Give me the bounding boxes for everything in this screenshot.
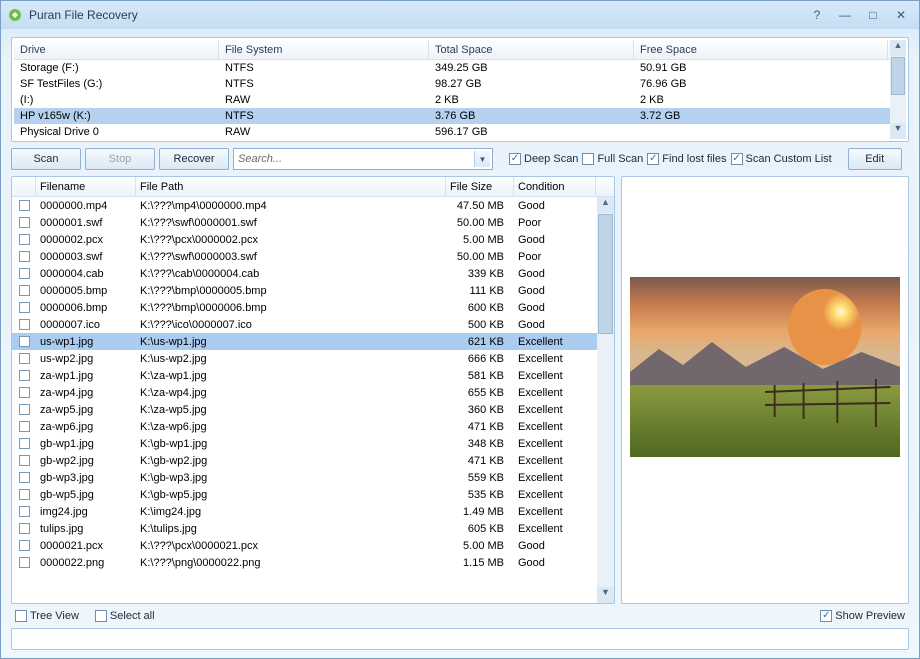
file-checkbox[interactable] <box>19 489 30 500</box>
file-row[interactable]: 0000005.bmpK:\???\bmp\0000005.bmp111 KBG… <box>12 282 614 299</box>
file-row[interactable]: gb-wp2.jpgK:\gb-wp2.jpg471 KBExcellent <box>12 452 614 469</box>
deep-scan-checkbox[interactable]: ✓Deep Scan <box>509 153 578 165</box>
file-row[interactable]: 0000007.icoK:\???\ico\0000007.ico500 KBG… <box>12 316 614 333</box>
file-row[interactable]: img24.jpgK:\img24.jpg1.49 MBExcellent <box>12 503 614 520</box>
file-row[interactable]: gb-wp1.jpgK:\gb-wp1.jpg348 KBExcellent <box>12 435 614 452</box>
file-list-panel: Filename File Path File Size Condition 0… <box>11 176 615 604</box>
scan-button[interactable]: Scan <box>11 148 81 170</box>
scroll-down-icon[interactable]: ▼ <box>597 587 614 603</box>
show-preview-checkbox[interactable]: ✓Show Preview <box>820 610 905 622</box>
drive-row[interactable]: HP v165w (K:)NTFS3.76 GB3.72 GB <box>14 108 906 124</box>
bottom-options-bar: Tree View Select all ✓Show Preview <box>11 608 909 624</box>
search-input[interactable]: Search... ▼ <box>233 148 493 170</box>
toolbar: Scan Stop Recover Search... ▼ ✓Deep Scan… <box>11 146 909 172</box>
find-lost-files-checkbox[interactable]: ✓Find lost files <box>647 153 726 165</box>
col-filepath[interactable]: File Path <box>136 177 446 196</box>
file-checkbox[interactable] <box>19 421 30 432</box>
file-row[interactable]: 0000021.pcxK:\???\pcx\0000021.pcx5.00 MB… <box>12 537 614 554</box>
file-row[interactable]: 0000001.swfK:\???\swf\0000001.swf50.00 M… <box>12 214 614 231</box>
col-condition[interactable]: Condition <box>514 177 596 196</box>
col-drive[interactable]: Drive <box>14 40 219 59</box>
titlebar: Puran File Recovery ? — □ ✕ <box>1 1 919 29</box>
drive-list-panel: Drive File System Total Space Free Space… <box>11 37 909 142</box>
file-row[interactable]: gb-wp5.jpgK:\gb-wp5.jpg535 KBExcellent <box>12 486 614 503</box>
preview-panel <box>621 176 909 604</box>
minimize-button[interactable]: — <box>833 7 857 23</box>
drive-row[interactable]: Storage (F:)NTFS349.25 GB50.91 GB <box>14 60 906 76</box>
file-checkbox[interactable] <box>19 472 30 483</box>
edit-button[interactable]: Edit <box>848 148 902 170</box>
drive-scrollbar[interactable]: ▲ ▼ <box>890 40 906 139</box>
dropdown-icon[interactable]: ▼ <box>474 151 490 167</box>
file-checkbox[interactable] <box>19 302 30 313</box>
file-checkbox[interactable] <box>19 353 30 364</box>
help-button[interactable]: ? <box>805 7 829 23</box>
drive-row[interactable]: (I:)RAW2 KB2 KB <box>14 92 906 108</box>
window-title: Puran File Recovery <box>29 8 805 22</box>
drive-row[interactable]: SF TestFiles (G:)NTFS98.27 GB76.96 GB <box>14 76 906 92</box>
col-filesize[interactable]: File Size <box>446 177 514 196</box>
recover-button[interactable]: Recover <box>159 148 229 170</box>
drive-list-header: Drive File System Total Space Free Space <box>14 40 906 60</box>
file-row[interactable]: 0000006.bmpK:\???\bmp\0000006.bmp600 KBG… <box>12 299 614 316</box>
file-row[interactable]: za-wp5.jpgK:\za-wp5.jpg360 KBExcellent <box>12 401 614 418</box>
file-checkbox[interactable] <box>19 217 30 228</box>
close-button[interactable]: ✕ <box>889 7 913 23</box>
file-checkbox[interactable] <box>19 455 30 466</box>
file-checkbox[interactable] <box>19 370 30 381</box>
file-row[interactable]: us-wp2.jpgK:\us-wp2.jpg666 KBExcellent <box>12 350 614 367</box>
file-row[interactable]: za-wp6.jpgK:\za-wp6.jpg471 KBExcellent <box>12 418 614 435</box>
file-row[interactable]: tulips.jpgK:\tulips.jpg605 KBExcellent <box>12 520 614 537</box>
full-scan-checkbox[interactable]: Full Scan <box>582 153 643 165</box>
file-checkbox[interactable] <box>19 557 30 568</box>
file-row[interactable]: us-wp1.jpgK:\us-wp1.jpg621 KBExcellent <box>12 333 614 350</box>
file-checkbox[interactable] <box>19 387 30 398</box>
scan-custom-list-checkbox[interactable]: ✓Scan Custom List <box>731 153 832 165</box>
file-list-header: Filename File Path File Size Condition <box>12 177 614 197</box>
preview-image <box>630 277 900 457</box>
col-free-space[interactable]: Free Space <box>634 40 888 59</box>
file-checkbox[interactable] <box>19 200 30 211</box>
file-checkbox[interactable] <box>19 336 30 347</box>
scroll-thumb[interactable] <box>891 57 905 95</box>
file-checkbox[interactable] <box>19 234 30 245</box>
file-row[interactable]: za-wp4.jpgK:\za-wp4.jpg655 KBExcellent <box>12 384 614 401</box>
file-row[interactable]: 0000000.mp4K:\???\mp4\0000000.mp447.50 M… <box>12 197 614 214</box>
scroll-down-icon[interactable]: ▼ <box>890 123 906 139</box>
file-scrollbar[interactable]: ▲ ▼ <box>597 197 614 603</box>
file-row[interactable]: 0000002.pcxK:\???\pcx\0000002.pcx5.00 MB… <box>12 231 614 248</box>
select-all-checkbox[interactable]: Select all <box>95 610 155 622</box>
file-checkbox[interactable] <box>19 251 30 262</box>
file-checkbox[interactable] <box>19 319 30 330</box>
search-placeholder: Search... <box>238 153 282 165</box>
scroll-up-icon[interactable]: ▲ <box>597 197 614 213</box>
file-row[interactable]: gb-wp3.jpgK:\gb-wp3.jpg559 KBExcellent <box>12 469 614 486</box>
col-total-space[interactable]: Total Space <box>429 40 634 59</box>
file-row[interactable]: 0000004.cabK:\???\cab\0000004.cab339 KBG… <box>12 265 614 282</box>
file-row[interactable]: 0000022.pngK:\???\png\0000022.png1.15 MB… <box>12 554 614 571</box>
file-checkbox[interactable] <box>19 540 30 551</box>
app-icon <box>7 7 23 23</box>
file-checkbox[interactable] <box>19 404 30 415</box>
file-checkbox[interactable] <box>19 506 30 517</box>
scroll-thumb[interactable] <box>598 214 613 334</box>
file-checkbox[interactable] <box>19 523 30 534</box>
status-bar <box>11 628 909 650</box>
scroll-up-icon[interactable]: ▲ <box>890 40 906 56</box>
maximize-button[interactable]: □ <box>861 7 885 23</box>
file-checkbox[interactable] <box>19 268 30 279</box>
drive-row[interactable]: Physical Drive 0RAW596.17 GB <box>14 124 906 138</box>
app-window: Puran File Recovery ? — □ ✕ Drive File S… <box>0 0 920 659</box>
tree-view-checkbox[interactable]: Tree View <box>15 610 79 622</box>
file-row[interactable]: za-wp1.jpgK:\za-wp1.jpg581 KBExcellent <box>12 367 614 384</box>
col-filesystem[interactable]: File System <box>219 40 429 59</box>
file-checkbox[interactable] <box>19 438 30 449</box>
file-row[interactable]: 0000003.swfK:\???\swf\0000003.swf50.00 M… <box>12 248 614 265</box>
file-checkbox[interactable] <box>19 285 30 296</box>
stop-button[interactable]: Stop <box>85 148 155 170</box>
col-filename[interactable]: Filename <box>36 177 136 196</box>
